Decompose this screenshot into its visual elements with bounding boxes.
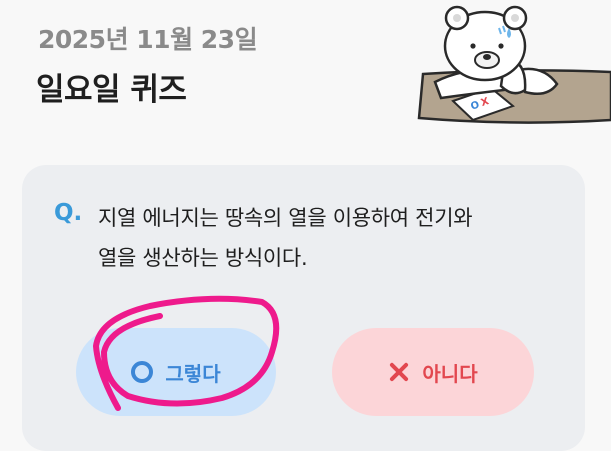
circle-o-icon <box>131 361 154 383</box>
no-answer-label: 아니다 <box>422 361 478 386</box>
question-line-2: 열을 생산하는 방식이다. <box>98 246 308 270</box>
no-answer-button[interactable]: 아니다 <box>332 328 534 416</box>
x-icon <box>388 361 410 383</box>
question-marker: Q. <box>54 200 83 226</box>
yes-answer-button[interactable]: 그렇다 <box>76 328 276 416</box>
question-line-1: 지열 에너지는 땅속의 열을 이용하여 전기와 <box>98 206 473 230</box>
question-text: 지열 에너지는 땅속의 열을 이용하여 전기와 열을 생산하는 방식이다. <box>98 198 568 278</box>
yes-answer-label: 그렇다 <box>165 361 221 386</box>
bear-mascot-illustration: O X <box>417 5 611 124</box>
page-title: 일요일 퀴즈 <box>36 72 187 108</box>
quiz-date: 2025년 11월 23일 <box>38 25 258 54</box>
